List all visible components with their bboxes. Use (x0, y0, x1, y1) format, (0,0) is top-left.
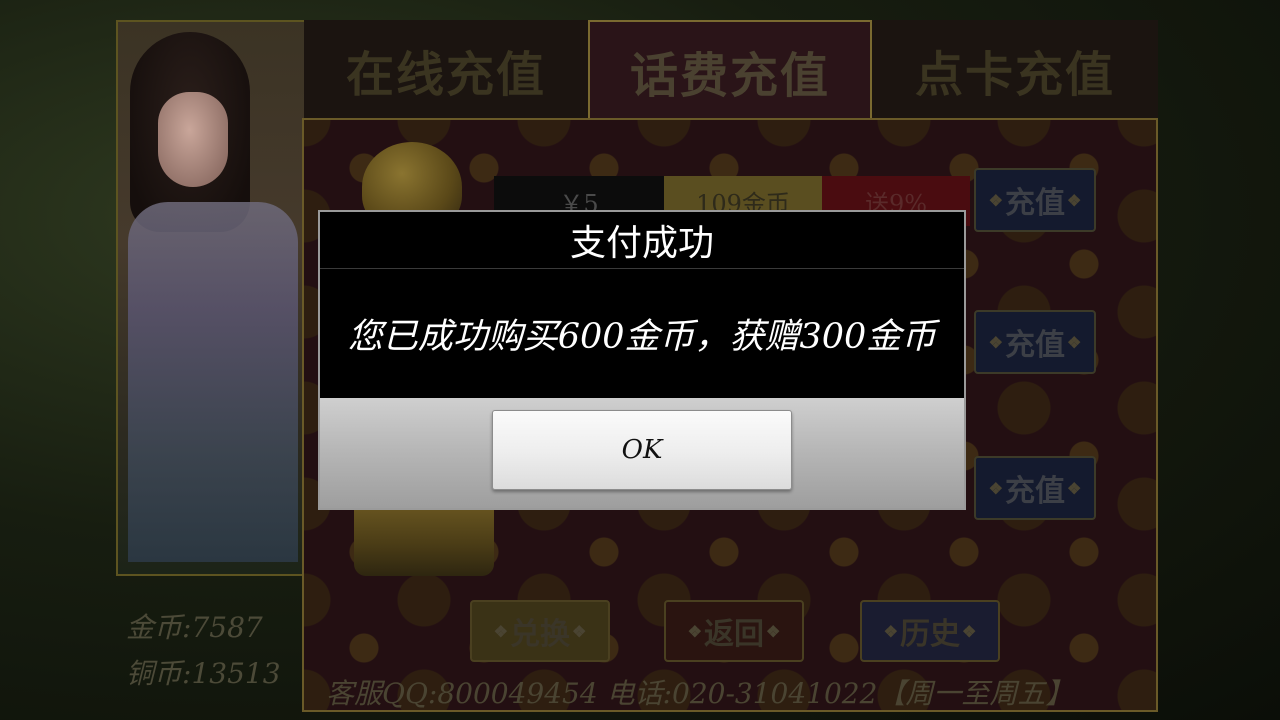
exchange-button[interactable]: ❖ 兑换 ❖ (470, 600, 610, 662)
history-label: 历史 (900, 617, 960, 652)
ornament-icon: ❖ (988, 478, 1003, 498)
ornament-icon: ❖ (766, 621, 781, 641)
exchange-label: 兑换 (510, 617, 570, 652)
back-label: 返回 (704, 617, 764, 652)
ornament-icon: ❖ (962, 621, 977, 641)
history-button[interactable]: ❖ 历史 ❖ (860, 600, 1000, 662)
back-button[interactable]: ❖ 返回 ❖ (664, 600, 804, 662)
ornament-icon: ❖ (572, 621, 587, 641)
dialog-button-bar: OK (320, 398, 964, 508)
tab-card-recharge[interactable]: 点卡充值 (872, 20, 1158, 120)
game-screen: 金币:7587 铜币:13513 在线充值 话费充值 点卡充值 ￥5 109金币… (0, 0, 1280, 720)
gold-balance: 金币:7587 (126, 606, 263, 646)
recharge-button-label: 充值 (1005, 186, 1065, 221)
character-portrait (116, 20, 310, 576)
gold-label: 金币: (126, 611, 192, 644)
character-body (128, 202, 298, 562)
dialog-title: 支付成功 (320, 212, 964, 269)
gold-value: 7587 (191, 611, 263, 644)
ornament-icon: ❖ (883, 621, 898, 641)
recharge-button-3[interactable]: ❖ 充值 ❖ (974, 456, 1096, 520)
ornament-icon: ❖ (1067, 478, 1082, 498)
ornament-icon: ❖ (687, 621, 702, 641)
ornament-icon: ❖ (1067, 332, 1082, 352)
tab-phone-recharge[interactable]: 话费充值 (588, 20, 872, 120)
ornament-icon: ❖ (1067, 190, 1082, 210)
ornament-icon: ❖ (988, 190, 1003, 210)
tab-online-recharge[interactable]: 在线充值 (304, 20, 588, 120)
recharge-button-label: 充值 (1005, 328, 1065, 363)
copper-balance: 铜币:13513 (126, 652, 281, 692)
copper-label: 铜币: (126, 657, 192, 690)
payment-success-dialog: 支付成功 您已成功购买600金币，获赠300金币 OK (318, 210, 966, 510)
character-face (158, 92, 228, 187)
copper-value: 13513 (191, 657, 281, 690)
recharge-button-1[interactable]: ❖ 充值 ❖ (974, 168, 1096, 232)
recharge-button-label: 充值 (1005, 474, 1065, 509)
dialog-message: 您已成功购买600金币，获赠300金币 (347, 317, 937, 357)
ok-button[interactable]: OK (492, 410, 792, 490)
ornament-icon: ❖ (988, 332, 1003, 352)
ornament-icon: ❖ (493, 621, 508, 641)
customer-service-info: 客服QQ:800049454 电话:020-31041022【周一至周五】 (326, 677, 1074, 710)
recharge-button-2[interactable]: ❖ 充值 ❖ (974, 310, 1096, 374)
